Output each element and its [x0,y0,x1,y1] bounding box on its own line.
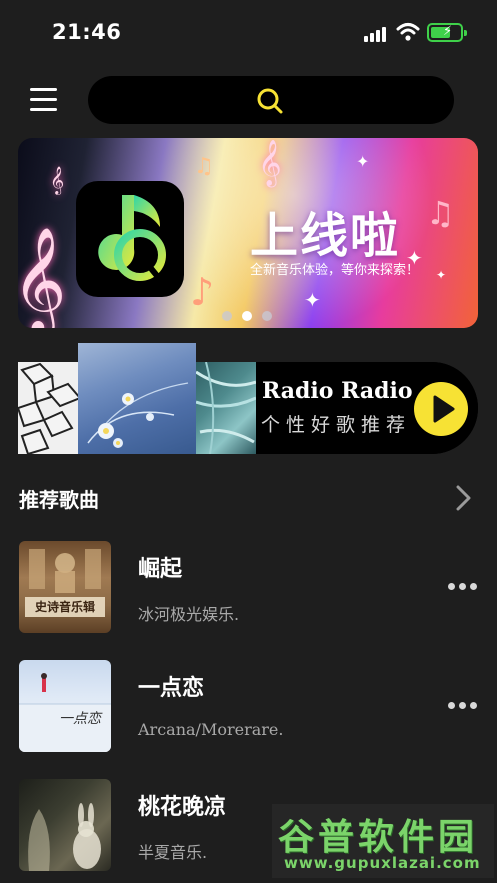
music-note-icon: ♫ [426,194,455,232]
carousel-dots [222,306,282,321]
radio-subtitle: 个性好歌推荐 [261,414,412,436]
hamburger-menu-icon[interactable] [28,85,60,115]
song-cover: 史诗音乐辑 [19,541,111,633]
watermark-title: 谷普软件园 [278,817,479,858]
play-button[interactable] [414,382,468,436]
song-title: 一点恋 [138,676,205,701]
radio-cover-flowers [78,343,196,454]
radio-cover-geometric [18,362,80,454]
play-icon [433,395,455,423]
banner-subtitle: 全新音乐体验，等你来探索！ [250,263,420,278]
song-cover: 一点恋 [19,660,111,752]
wifi-icon [396,22,420,42]
treble-clef-icon: 𝄞 [50,166,65,194]
song-artist: 半夏音乐. [138,843,208,862]
song-row[interactable]: 一点恋 一点恋 Arcana/Morerare. [0,660,497,756]
sparkle-icon: ✦ [304,288,321,312]
carousel-dot[interactable] [222,311,232,321]
promo-banner[interactable]: 𝄞 𝄞 𝄞 ♫ ♪ ♫ ✦ ✦ ✦ ✦ 上线啦 全新音乐体验，等你来探索！ [18,138,478,328]
song-cover [19,779,111,871]
treble-clef-icon: 𝄞 [258,140,282,186]
cellular-signal-icon [364,26,388,42]
status-time: 21:46 [52,20,122,44]
song-artist: 冰河极光娱乐. [138,605,240,624]
sparkle-icon: ✦ [436,268,447,282]
song-row[interactable]: 史诗音乐辑 崛起 冰河极光娱乐. [0,541,497,637]
song-title: 崛起 [138,557,183,582]
radio-title: Radio Radio [262,378,413,404]
search-icon [257,88,283,114]
more-options-icon[interactable] [448,700,478,712]
section-title: 推荐歌曲 [19,488,99,512]
song-title: 桃花晚凉 [138,795,227,820]
carousel-dot-active[interactable] [242,311,252,321]
search-bar[interactable] [88,76,454,124]
song-artist: Arcana/Morerare. [138,720,284,739]
sparkle-icon: ✦ [356,152,370,171]
battery-charging-icon: ⚡ [427,23,467,42]
carousel-dot[interactable] [262,311,272,321]
treble-clef-icon: 𝄞 [18,226,67,328]
chevron-right-icon[interactable] [452,484,476,512]
watermark-url: www.gupuxlazai.com [284,854,481,872]
status-bar: 21:46 ⚡ [0,0,497,64]
site-watermark: 谷普软件园 www.gupuxlazai.com [272,804,494,878]
radio-cover-leaves [196,362,256,454]
app-logo [76,181,184,297]
music-note-icon: ♪ [190,270,215,314]
banner-headline: 上线啦 [250,208,401,264]
song-cover-text: 一点恋 [59,711,101,727]
more-options-icon[interactable] [448,581,478,593]
song-cover-text: 史诗音乐辑 [25,597,105,617]
music-note-icon: ♫ [194,154,214,179]
